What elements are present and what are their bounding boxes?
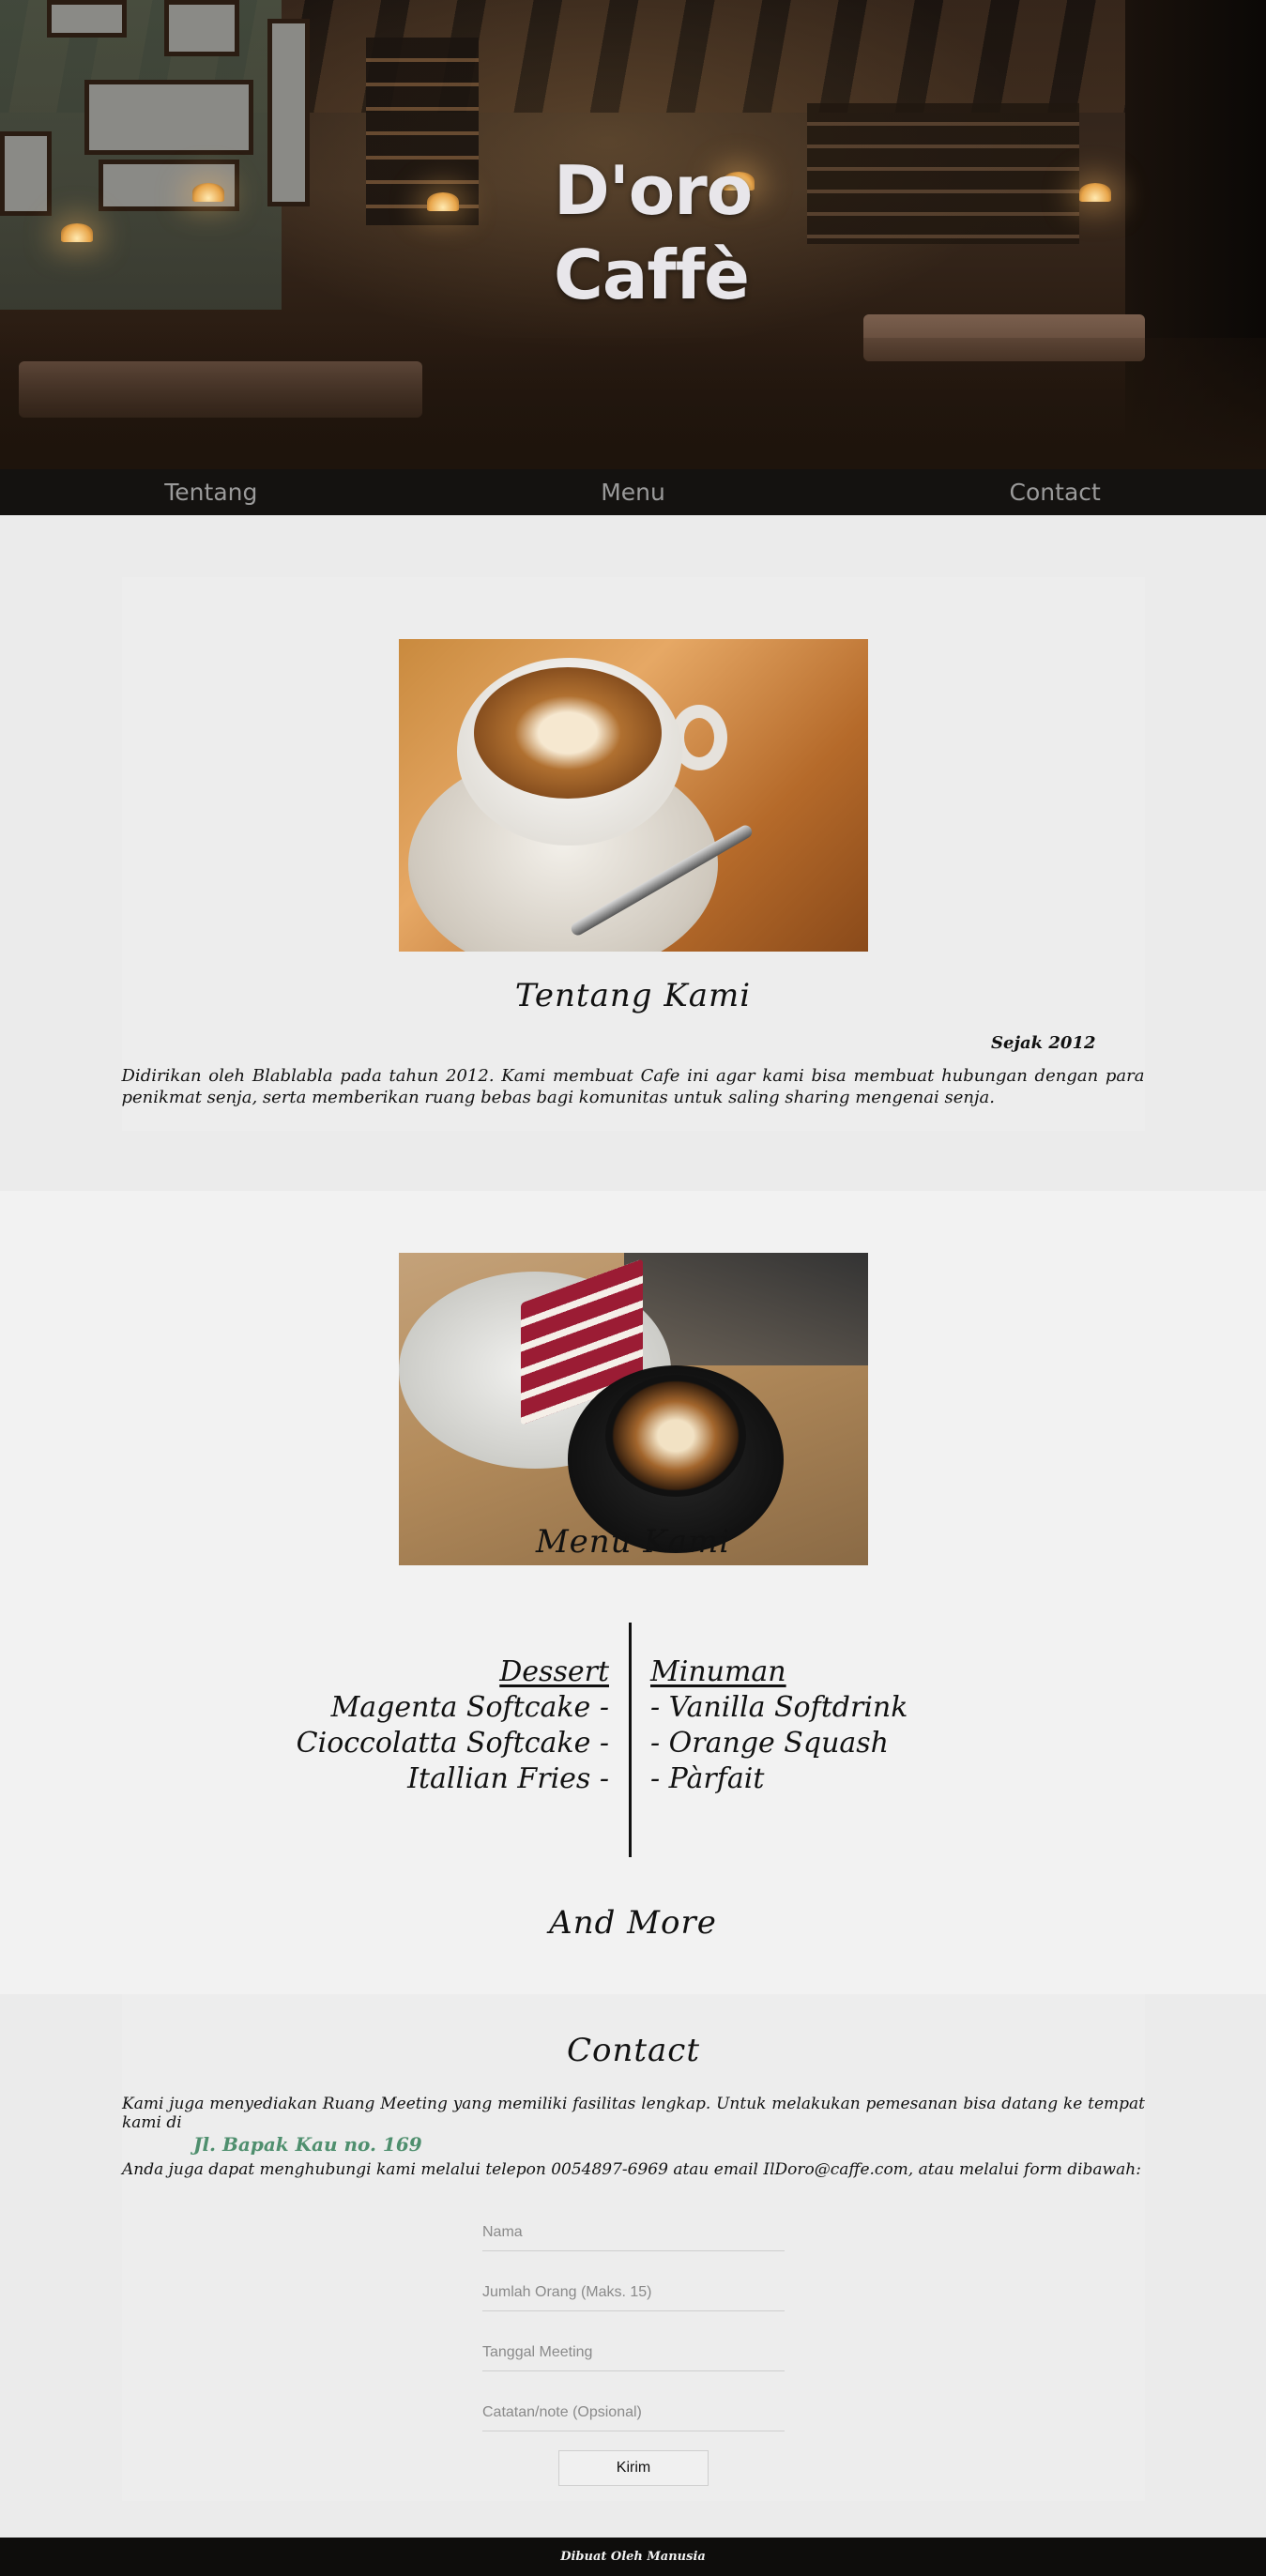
- about-section: Tentang Kami Sejak 2012 Didirikan oleh B…: [0, 515, 1266, 1191]
- footer-credit: Dibuat Oleh Manusia: [560, 2550, 706, 2564]
- menu-title: Menu Kami: [535, 1523, 731, 1561]
- meeting-date-input[interactable]: [482, 2334, 785, 2371]
- footer: Dibuat Oleh Manusia: [0, 2538, 1266, 2576]
- nav-item-menu[interactable]: Menu: [422, 469, 845, 515]
- about-title: Tentang Kami: [514, 977, 752, 1014]
- hero-picture-frame: [47, 0, 127, 38]
- latte-photo: [398, 639, 868, 952]
- address-text: Jl. Bapak Kau no. 169: [193, 2133, 422, 2156]
- main-nav: Tentang Menu Contact: [0, 469, 1266, 515]
- hero-bottle-shelves: [366, 38, 479, 225]
- hero-picture-frame: [164, 0, 239, 56]
- drink-item: - Vanilla Softdrink: [650, 1691, 908, 1724]
- dessert-item: Itallian Fries -: [407, 1762, 609, 1795]
- drinks-column: Minuman - Vanilla Softdrink - Orange Squ…: [650, 1654, 908, 1797]
- hero-picture-frame: [267, 19, 310, 206]
- nav-item-tentang[interactable]: Tentang: [0, 469, 422, 515]
- about-card: Tentang Kami Sejak 2012 Didirikan oleh B…: [121, 577, 1145, 1131]
- coffee-cup-shape: [604, 1375, 746, 1497]
- dessert-heading: Dessert: [499, 1655, 609, 1688]
- contact-title: Contact: [566, 2032, 701, 2069]
- hero-banner: D'oro Caffè: [0, 0, 1266, 469]
- contact-card: Contact Kami juga menyediakan Ruang Meet…: [122, 1994, 1145, 2501]
- note-input[interactable]: [482, 2394, 785, 2431]
- dessert-column: Dessert Magenta Softcake - Cioccolatta S…: [297, 1654, 609, 1797]
- drink-item: - Pàrfait: [650, 1762, 765, 1795]
- dessert-item: Magenta Softcake -: [330, 1691, 609, 1724]
- site-title: D'oro Caffè: [554, 151, 753, 314]
- dessert-item: Cioccolatta Softcake -: [296, 1727, 609, 1760]
- nav-item-contact[interactable]: Contact: [844, 469, 1266, 515]
- drink-item: - Orange Squash: [650, 1727, 889, 1760]
- submit-button[interactable]: Kirim: [558, 2450, 709, 2486]
- hero-floor: [0, 338, 1266, 469]
- people-count-input[interactable]: [482, 2274, 785, 2311]
- contact-info-text: Anda juga dapat menghubungi kami melalui…: [122, 2160, 1141, 2179]
- name-input[interactable]: [482, 2214, 785, 2251]
- hero-picture-frame: [0, 131, 52, 216]
- and-more-label: And More: [549, 1904, 717, 1942]
- menu-columns: Dessert Magenta Softcake - Cioccolatta S…: [0, 1623, 1266, 1889]
- latte-art-shape: [473, 667, 662, 799]
- menu-section: Menu Kami Dessert Magenta Softcake - Cio…: [0, 1191, 1266, 1994]
- drinks-heading: Minuman: [650, 1655, 786, 1688]
- hero-lamp: [61, 223, 93, 242]
- hero-bottle-shelves: [807, 103, 1079, 244]
- meeting-form: Kirim: [482, 2214, 785, 2486]
- since-label: Sejak 2012: [991, 1033, 1096, 1053]
- contact-intro-text: Kami juga menyediakan Ruang Meeting yang…: [122, 2095, 1145, 2132]
- hero-lamp: [1079, 183, 1111, 202]
- about-description: Didirikan oleh Blablabla pada tahun 2012…: [121, 1066, 1145, 1107]
- menu-divider: [629, 1623, 632, 1857]
- contact-section: Contact Kami juga menyediakan Ruang Meet…: [0, 1994, 1266, 2538]
- cake-coffee-photo: [398, 1253, 868, 1565]
- hero-lamp: [192, 183, 224, 202]
- hero-picture-frame: [84, 80, 253, 155]
- hero-lamp: [427, 192, 459, 211]
